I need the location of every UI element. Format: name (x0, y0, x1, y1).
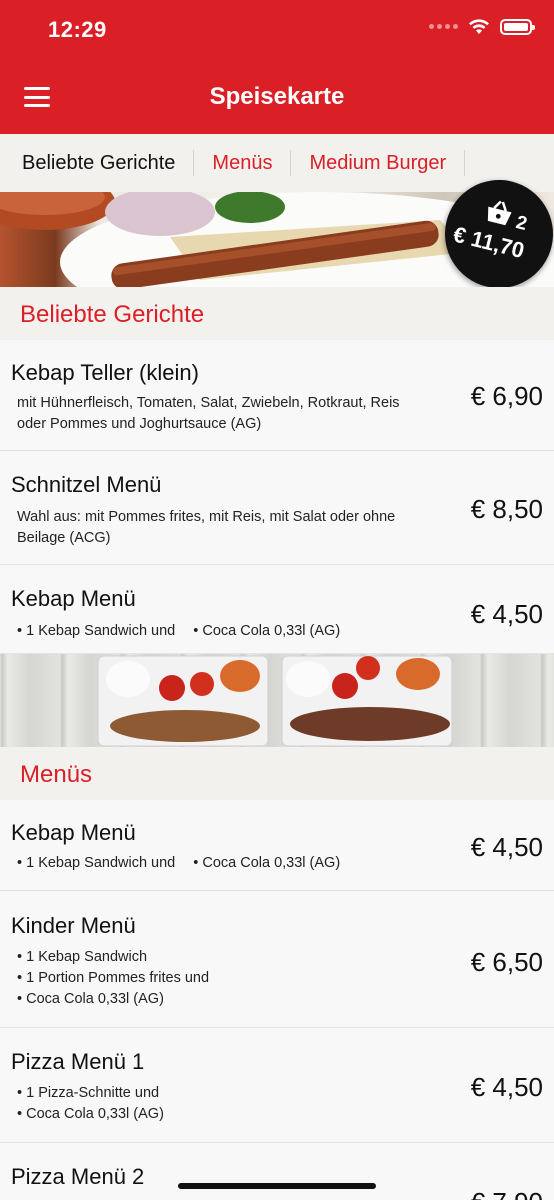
item-name: Pizza Menü 2 (11, 1164, 145, 1189)
item-description: Wahl aus: mit Pommes frites, mit Reis, m… (17, 509, 396, 546)
menu-trays-image (97, 655, 453, 747)
item-bullet: • Coca Cola 0,33l (AG) (193, 623, 341, 639)
wifi-icon (469, 19, 489, 34)
item-bullet: • 1 Pizza-Schnitte und (17, 1085, 160, 1101)
item-bullet: • 1 Kebap Sandwich (17, 949, 148, 965)
menu-item[interactable]: Kinder Menü • 1 Kebap Sandwich • 1 Porti… (0, 891, 554, 1028)
item-price: € 6,50 (470, 947, 543, 977)
category-banner-image (0, 654, 554, 747)
item-name: Kebap Menü (11, 820, 136, 845)
item-name: Kebap Menü (11, 586, 136, 611)
tab-medium-burger[interactable]: Medium Burger (291, 150, 466, 176)
menu-item[interactable]: Pizza Menü 2 € 7,90 (0, 1143, 554, 1200)
menu-item[interactable]: Kebap Menü • 1 Kebap Sandwich und • Coca … (0, 565, 554, 654)
item-description: mit Hühnerfleisch, Tomaten, Salat, Zwieb… (17, 395, 400, 432)
item-price: € 7,90 (471, 1187, 543, 1200)
item-price: € 4,50 (470, 599, 543, 629)
section-header-beliebte-gerichte: Beliebte Gerichte (0, 287, 554, 340)
item-bullet: • 1 Kebap Sandwich und (17, 623, 176, 639)
menu-item[interactable]: Pizza Menü 1 • 1 Pizza-Schnitte und • Co… (0, 1028, 554, 1143)
item-description: • 1 Pizza-Schnitte und • Coca Cola 0,33l… (17, 1083, 164, 1125)
item-bullet: • 1 Kebap Sandwich und (17, 855, 176, 871)
section-title: Beliebte Gerichte (20, 301, 205, 328)
item-description: • 1 Kebap Sandwich • 1 Portion Pommes fr… (17, 947, 209, 1010)
tab-more[interactable] (465, 150, 507, 176)
page-title: Speisekarte (209, 83, 345, 110)
shopping-basket-icon (487, 200, 512, 226)
menu-item[interactable]: Kebap Menü • 1 Kebap Sandwich und • Coca … (0, 800, 554, 891)
item-price: € 4,50 (470, 1072, 543, 1102)
section-header-menus: Menüs (0, 747, 554, 800)
tab-menus[interactable]: Menüs (194, 150, 292, 176)
item-name: Schnitzel Menü (11, 472, 162, 497)
category-nav: Beliebte Gerichte Menüs Medium Burger (0, 134, 554, 192)
menu-item[interactable]: Kebap Teller (klein) mit Hühnerfleisch, … (0, 340, 554, 451)
item-bullet: • Coca Cola 0,33l (AG) (193, 855, 341, 871)
status-icons (429, 18, 535, 35)
menu-item[interactable]: Schnitzel Menü Wahl aus: mit Pommes frit… (0, 451, 554, 565)
item-price: € 6,90 (470, 381, 543, 411)
status-time: 12:29 (48, 17, 107, 42)
home-indicator (178, 1183, 376, 1189)
section-title: Menüs (20, 761, 93, 788)
item-bullet: • Coca Cola 0,33l (AG) (17, 1106, 164, 1122)
battery-icon (500, 18, 535, 35)
tab-beliebte-gerichte[interactable]: Beliebte Gerichte (0, 150, 195, 176)
app-header: 12:29 Speisekarte (0, 0, 554, 134)
item-name: Kinder Menü (11, 913, 136, 938)
item-name: Kebap Teller (klein) (11, 360, 199, 385)
item-bullet: • Coca Cola 0,33l (AG) (17, 991, 164, 1007)
signal-icon (429, 24, 458, 29)
item-bullet: • 1 Portion Pommes frites und (17, 970, 210, 986)
item-description: • 1 Kebap Sandwich und • Coca Cola 0,33l … (17, 853, 358, 874)
item-name: Pizza Menü 1 (11, 1049, 145, 1074)
item-price: € 4,50 (470, 832, 543, 862)
cart-count: 2 (513, 212, 530, 236)
item-description: • 1 Kebap Sandwich und • Coca Cola 0,33l … (17, 621, 358, 642)
item-price: € 8,50 (470, 494, 543, 524)
